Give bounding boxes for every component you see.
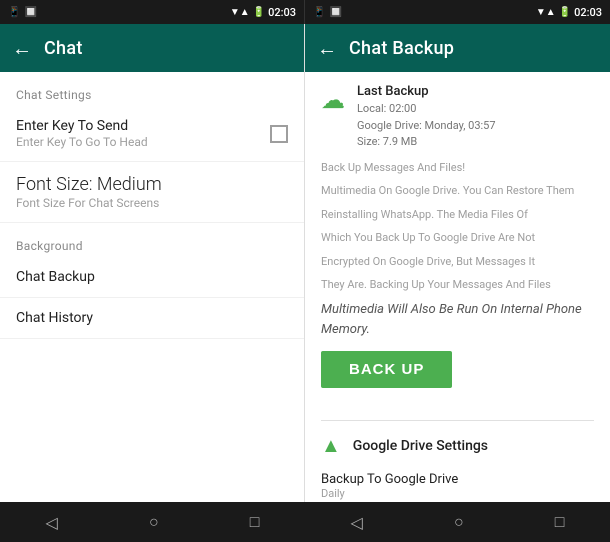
phone-icon-2: 📱 [313,7,325,18]
box-icon-2: 🔲 [329,7,341,18]
right-app-bar: ← Chat Backup [305,24,610,72]
chat-history-setting[interactable]: Chat History [0,298,304,339]
enter-key-checkbox[interactable] [270,125,288,143]
left-app-bar: ← Chat [0,24,304,72]
backup-frequency-title: Backup To Google Drive [321,472,594,487]
background-header: Background [0,223,304,257]
recents-nav-button-right[interactable]: □ [535,504,585,540]
google-drive-header: ▲ Google Drive Settings [321,433,594,458]
backup-frequency-item[interactable]: Backup To Google Drive Daily [321,466,594,502]
backup-desc-line3: Reinstalling WhatsApp. The Media Files O… [321,206,594,224]
phone-icon: 📱 [8,7,20,18]
right-time: 02:03 [574,6,602,19]
left-status-icons: 📱 🔲 [8,7,37,18]
signal-icon: ▼▲ [230,7,250,18]
back-nav-button-right[interactable]: ◁ [331,505,383,540]
battery-icon-2: 🔋 [559,7,571,18]
enter-key-content: Enter Key To Send Enter Key To Go To Hea… [16,118,270,149]
bottom-nav: ◁ ○ □ ◁ ○ □ [0,502,610,542]
last-backup-drive: Google Drive: Monday, 03:57 [357,118,496,135]
left-back-button[interactable]: ← [12,36,32,61]
backup-desc-highlight: Multimedia Will Also Be Run On Internal … [321,300,594,339]
status-bar-left: 📱 🔲 ▼▲ 🔋 02:03 [0,0,305,24]
signal-icon-2: ▼▲ [536,7,556,18]
google-drive-section: ▲ Google Drive Settings Backup To Google… [321,420,594,502]
left-panel-title: Chat [44,38,83,59]
panels-container: ← Chat Chat Settings Enter Key To Send E… [0,24,610,502]
font-size-title: Font Size: Medium [16,174,288,195]
home-nav-button-left[interactable]: ○ [129,504,179,540]
chat-settings-header: Chat Settings [0,72,304,106]
cloud-upload-icon: ☁ [321,86,345,114]
left-bottom-nav: ◁ ○ □ [0,504,305,540]
last-backup-info: Last Backup Local: 02:00 Google Drive: M… [357,84,496,151]
left-time: 02:03 [268,6,296,19]
left-panel: ← Chat Chat Settings Enter Key To Send E… [0,24,305,502]
recents-nav-button-left[interactable]: □ [230,504,280,540]
font-size-subtitle: Font Size For Chat Screens [16,196,288,210]
font-size-content: Font Size: Medium Font Size For Chat Scr… [16,174,288,210]
last-backup-header: ☁ Last Backup Local: 02:00 Google Drive:… [321,84,594,151]
backup-desc-line2: Multimedia On Google Drive. You Can Rest… [321,182,594,200]
backup-desc-line5: Encrypted On Google Drive, But Messages … [321,253,594,271]
backup-frequency-subtitle: Daily [321,487,594,500]
google-drive-icon: ▲ [321,433,341,458]
right-back-button[interactable]: ← [317,36,337,61]
status-bar-right: 📱 🔲 ▼▲ 🔋 02:03 [305,0,610,24]
right-panel: ← Chat Backup ☁ Last Backup Local: 02:00… [305,24,610,502]
backup-desc-line6: They Are. Backing Up Your Messages And F… [321,276,594,294]
last-backup-size: Size: 7.9 MB [357,134,496,151]
chat-backup-title: Chat Backup [16,269,288,285]
backup-desc-line1: Back Up Messages And Files! [321,159,594,177]
back-nav-button-left[interactable]: ◁ [26,505,78,540]
chat-backup-setting[interactable]: Chat Backup [0,257,304,298]
chat-history-title: Chat History [16,310,288,326]
battery-icon: 🔋 [253,7,265,18]
font-size-setting[interactable]: Font Size: Medium Font Size For Chat Scr… [0,162,304,223]
right-status-icons: 📱 🔲 [313,7,342,18]
enter-key-title: Enter Key To Send [16,118,270,134]
status-bar: 📱 🔲 ▼▲ 🔋 02:03 📱 🔲 ▼▲ 🔋 02:03 [0,0,610,24]
enter-key-subtitle: Enter Key To Go To Head [16,135,270,149]
last-backup-local: Local: 02:00 [357,101,496,118]
box-icon: 🔲 [24,7,36,18]
left-status-right: ▼▲ 🔋 02:03 [230,6,296,19]
chat-backup-content: Chat Backup [16,269,288,285]
settings-list: Chat Settings Enter Key To Send Enter Ke… [0,72,304,502]
right-status-right: ▼▲ 🔋 02:03 [536,6,602,19]
enter-key-setting[interactable]: Enter Key To Send Enter Key To Go To Hea… [0,106,304,162]
backup-button[interactable]: BACK UP [321,351,452,388]
last-backup-section: ☁ Last Backup Local: 02:00 Google Drive:… [321,84,594,404]
backup-content: ☁ Last Backup Local: 02:00 Google Drive:… [305,72,610,502]
backup-desc-line4: Which You Back Up To Google Drive Are No… [321,229,594,247]
chat-history-content: Chat History [16,310,288,326]
right-bottom-nav: ◁ ○ □ [305,504,610,540]
google-drive-title: Google Drive Settings [353,438,488,454]
last-backup-title: Last Backup [357,84,496,99]
right-panel-title: Chat Backup [349,38,454,59]
home-nav-button-right[interactable]: ○ [434,504,484,540]
